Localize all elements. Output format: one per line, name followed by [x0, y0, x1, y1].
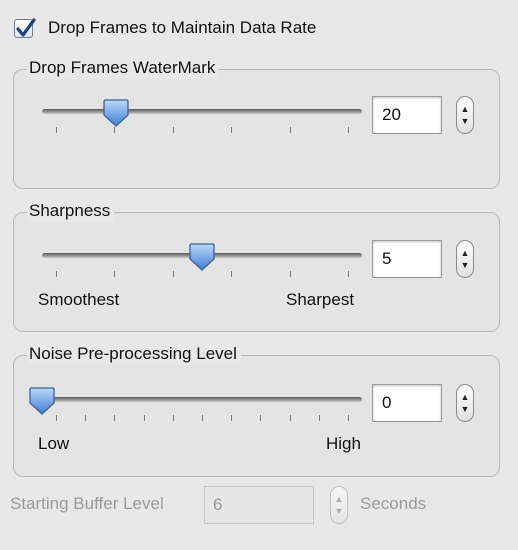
noise-slider-track[interactable] [42, 397, 362, 402]
slider-tick [56, 271, 57, 277]
watermark-slider-track[interactable] [42, 109, 362, 114]
noise-slider[interactable] [29, 387, 362, 428]
stepper-up-arrow-icon[interactable]: ▲ [457, 393, 473, 402]
watermark-value-field[interactable]: 20 [372, 96, 442, 134]
slider-tick [143, 415, 145, 421]
slider-tick [348, 127, 349, 133]
slider-tick [231, 415, 233, 421]
stepper-arrows-icon[interactable]: ▲ ▼ [456, 384, 474, 422]
stepper-arrows-icon[interactable]: ▲ ▼ [456, 240, 474, 278]
stepper-down-arrow-icon[interactable]: ▼ [457, 261, 473, 270]
slider-thumb-icon[interactable] [102, 98, 130, 128]
buffer-unit-label: Seconds [360, 494, 427, 513]
slider-tick [114, 415, 116, 421]
noise-min-label: Low [38, 434, 70, 453]
stepper-arrows-icon[interactable]: ▲ ▼ [330, 486, 348, 524]
watermark-slider[interactable] [42, 98, 362, 140]
slider-tick [289, 127, 291, 133]
stepper-arrows-icon[interactable]: ▲ ▼ [456, 96, 474, 134]
buffer-value-field[interactable]: 6 [204, 486, 314, 524]
sharpness-min-label: Smoothest [38, 290, 120, 309]
slider-tick [114, 271, 116, 277]
slider-tick [202, 415, 203, 421]
noise-title: Noise Pre-processing Level [27, 343, 241, 365]
watermark-title: Drop Frames WaterMark [27, 57, 220, 79]
slider-tick [231, 271, 233, 277]
buffer-label: Starting Buffer Level [10, 494, 164, 513]
sharpness-slider[interactable] [42, 242, 362, 284]
slider-tick [348, 271, 349, 277]
stepper-up-arrow-icon[interactable]: ▲ [457, 105, 473, 114]
slider-tick [56, 127, 57, 133]
slider-thumb-icon[interactable] [28, 386, 56, 416]
slider-tick [85, 415, 87, 421]
stepper-down-arrow-icon[interactable]: ▼ [331, 507, 347, 516]
sharpness-value-field[interactable]: 5 [372, 240, 442, 278]
slider-tick [348, 415, 349, 421]
slider-tick [231, 127, 233, 133]
slider-tick [172, 271, 174, 277]
slider-tick [289, 415, 291, 421]
noise-max-label: High [326, 434, 361, 453]
slider-tick [172, 415, 174, 421]
slider-tick [260, 415, 262, 421]
slider-tick [318, 415, 320, 421]
slider-tick [289, 271, 291, 277]
stepper-down-arrow-icon[interactable]: ▼ [457, 117, 473, 126]
slider-tick [56, 415, 57, 421]
sharpness-title: Sharpness [27, 200, 115, 222]
stepper-up-arrow-icon[interactable]: ▲ [331, 495, 347, 504]
noise-value-field[interactable]: 0 [372, 384, 442, 422]
stepper-down-arrow-icon[interactable]: ▼ [457, 405, 473, 414]
sharpness-max-label: Sharpest [286, 290, 355, 309]
drop-frames-checkbox[interactable] [14, 18, 36, 38]
stepper-up-arrow-icon[interactable]: ▲ [457, 249, 473, 258]
slider-tick [172, 127, 174, 133]
drop-frames-label[interactable]: Drop Frames to Maintain Data Rate [48, 18, 316, 38]
checkmark-icon [16, 18, 36, 37]
slider-thumb-icon[interactable] [188, 242, 216, 272]
